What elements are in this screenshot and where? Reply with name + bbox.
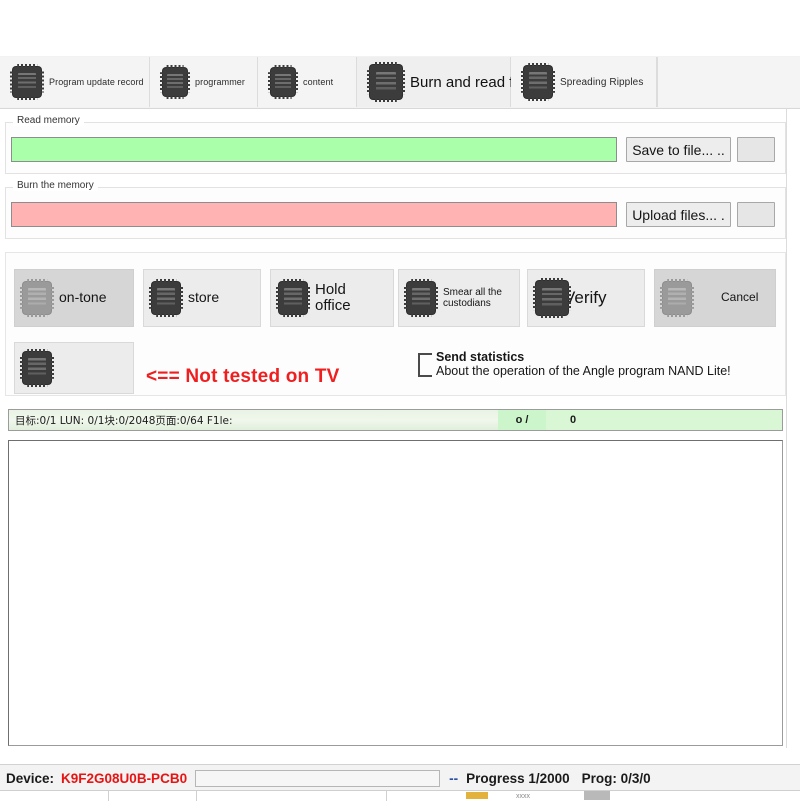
action-button-hold-office[interactable]: Hold office xyxy=(270,269,394,327)
send-statistics-checkbox[interactable] xyxy=(418,353,432,377)
tab-spreading-ripples[interactable]: Spreading Ripples xyxy=(511,57,657,107)
status-separator: -- xyxy=(449,770,459,786)
send-statistics-line1: Send statistics xyxy=(436,350,525,364)
action-label: Hold office xyxy=(315,280,351,314)
status-bar: Device: K9F2G08U0B-PCB0 -- Progress 1/20… xyxy=(0,764,800,791)
save-to-file-button[interactable]: Save to file... .. xyxy=(626,137,731,162)
tab-label: programmer xyxy=(195,77,246,87)
prog-counter-text: Prog: 0/3/0 xyxy=(581,770,651,786)
save-to-file-label: Save to file... .. xyxy=(632,141,725,158)
chip-icon xyxy=(20,352,54,384)
tab-bar-filler xyxy=(657,57,800,107)
background-window-sliver: xxxx xyxy=(0,790,800,801)
send-statistics-text: Send statistics About the operation of t… xyxy=(436,350,731,379)
application-window: Program update record programmer content… xyxy=(0,0,800,801)
burn-memory-group: Burn the memory Upload files... . xyxy=(5,180,786,239)
chip-icon xyxy=(160,68,190,96)
tab-content[interactable]: content xyxy=(258,57,357,107)
action-button-cancel[interactable]: Cancel xyxy=(654,269,776,327)
chip-icon xyxy=(276,282,310,314)
tab-label: content xyxy=(303,77,334,87)
chip-icon xyxy=(533,281,571,315)
sliver-text: xxxx xyxy=(516,793,530,800)
send-statistics-line2: About the operation of the Angle program… xyxy=(436,364,731,378)
action-label: store xyxy=(188,289,220,306)
progress-text: Progress 1/2000 xyxy=(466,770,570,786)
action-button-smear-all-custodians[interactable]: Smear all the custodians xyxy=(398,269,520,327)
sliver-grey-block xyxy=(584,791,610,800)
target-status-bar: 目标:0/1 LUN: 0/1块:0/2048页面:0/64 F1le: o /… xyxy=(8,409,783,431)
action-button-verify[interactable]: Verify xyxy=(527,269,645,327)
sliver-swatch xyxy=(466,792,488,799)
action-button-store[interactable]: store xyxy=(143,269,261,327)
device-label: Device: xyxy=(6,770,55,786)
target-counter-a: o / xyxy=(498,410,546,430)
tab-burn-and-read-files[interactable]: Burn and read files xyxy=(357,57,536,107)
device-value: K9F2G08U0B-PCB0 xyxy=(61,770,188,786)
top-blank-area xyxy=(0,0,800,56)
target-counter-b: 0 xyxy=(546,410,782,430)
action-label: on-tone xyxy=(59,289,107,306)
chip-icon xyxy=(367,65,405,99)
upload-files-button[interactable]: Upload files... . xyxy=(626,202,731,227)
read-memory-legend: Read memory xyxy=(13,115,84,126)
burn-memory-aux-button[interactable] xyxy=(737,202,775,227)
read-memory-aux-button[interactable] xyxy=(737,137,775,162)
read-memory-group: Read memory Save to file... .. xyxy=(5,115,786,174)
tab-programmer[interactable]: programmer xyxy=(150,57,258,107)
burn-memory-legend: Burn the memory xyxy=(13,180,98,191)
not-tested-note: <== Not tested on TV xyxy=(146,366,340,387)
right-frame-edge xyxy=(786,108,787,748)
log-output-area[interactable] xyxy=(8,440,783,746)
action-button-blank[interactable] xyxy=(14,342,134,394)
chip-icon xyxy=(10,67,44,97)
chip-icon xyxy=(268,68,298,96)
upload-files-label: Upload files... . xyxy=(632,206,725,223)
action-label: Smear all the custodians xyxy=(443,287,502,309)
tab-program-update-record[interactable]: Program update record xyxy=(0,57,150,107)
target-status-text: 目标:0/1 LUN: 0/1块:0/2048页面:0/64 F1le: xyxy=(9,410,498,430)
tab-label: Spreading Ripples xyxy=(560,76,644,88)
status-input-field[interactable] xyxy=(195,769,441,787)
chip-icon xyxy=(20,282,54,314)
chip-icon xyxy=(660,282,694,314)
tab-bar: Program update record programmer content… xyxy=(0,56,800,109)
chip-icon xyxy=(521,66,555,98)
read-memory-progress-bar xyxy=(11,137,617,162)
chip-icon xyxy=(404,282,438,314)
chip-icon xyxy=(149,282,183,314)
burn-memory-progress-bar xyxy=(11,202,617,227)
action-label: Cancel xyxy=(721,290,759,305)
tab-label: Program update record xyxy=(49,77,144,87)
action-button-on-tone[interactable]: on-tone xyxy=(14,269,134,327)
